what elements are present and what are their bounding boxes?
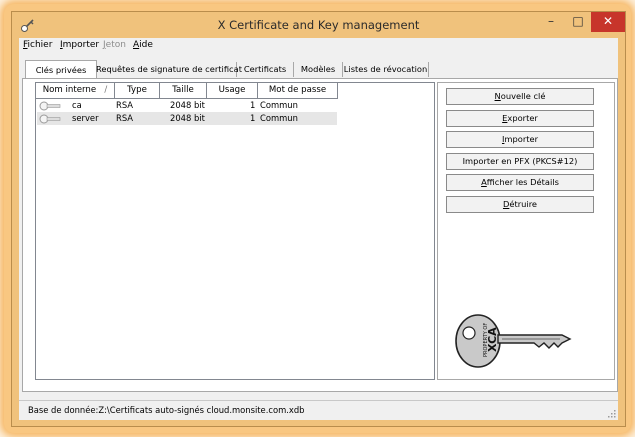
import-pfx-button[interactable]: Importer en PFX (PKCS#12) [446,153,594,170]
xca-key-logo: PROPERTY OF XCA [455,314,572,368]
tab-templates[interactable]: Modèles [294,62,343,77]
actions-panel: Nouvelle clé Exporter Importer Importer … [437,82,615,380]
cell-size: 2048 bit [170,100,205,110]
maximize-button[interactable]: □ [565,12,591,32]
sort-indicator-icon: / [104,85,108,95]
key-logo-text: XCA [486,327,499,352]
table-row[interactable]: server RSA 2048 bit 1 Commun [37,112,337,125]
key-icon [39,101,61,111]
cell-usage: 1 [250,113,256,123]
cell-password: Commun [260,100,298,110]
window-title: X Certificate and Key management [217,18,420,32]
close-button[interactable]: ✕ [591,12,625,32]
col-header-password[interactable]: Mot de passe [258,83,338,99]
tab-certificates[interactable]: Certificats [237,62,294,77]
resize-grip-icon[interactable] [606,408,616,418]
cell-password: Commun [260,113,298,123]
app-window: X Certificate and Key management – □ ✕ F… [11,11,626,427]
cell-usage: 1 [250,100,256,110]
minimize-button[interactable]: – [538,12,564,32]
table-row[interactable]: ca RSA 2048 bit 1 Commun [37,99,337,112]
show-details-button[interactable]: Afficher les Détails [446,174,594,191]
menu-importer[interactable]: Importer [60,40,99,50]
menu-bar: Fichier Importer Jeton Aide [19,38,618,53]
tab-revocation-lists[interactable]: Listes de révocation [343,62,429,77]
col-header-type[interactable]: Type [115,83,160,99]
status-bar: Base de donnée:Z:\Certificats auto-signé… [19,400,618,420]
cell-size: 2048 bit [170,113,205,123]
menu-jeton: Jeton [103,40,126,50]
title-bar[interactable]: X Certificate and Key management – □ ✕ [12,12,625,38]
keys-list[interactable]: Nom interne / Type Taille Usage Mot de p… [35,82,435,380]
database-path: Base de donnée:Z:\Certificats auto-signé… [28,405,305,415]
window-client: Fichier Importer Jeton Aide Clés privées… [19,38,618,420]
menu-aide[interactable]: Aide [133,40,153,50]
tab-private-keys[interactable]: Clés privées [25,60,97,79]
export-button[interactable]: Exporter [446,110,594,127]
cell-name: ca [72,100,82,110]
cell-type: RSA [116,113,134,123]
new-key-button[interactable]: Nouvelle clé [446,88,594,105]
col-header-usage[interactable]: Usage [207,83,258,99]
tab-csr[interactable]: Requêtes de signature de certificat [96,62,242,77]
menu-fichier[interactable]: Fichier [23,40,52,50]
import-button[interactable]: Importer [446,131,594,148]
col-header-size[interactable]: Taille [160,83,207,99]
key-icon [39,114,61,124]
cell-type: RSA [116,100,134,110]
cell-name: server [72,113,99,123]
tab-bar: Clés privées Requêtes de signature de ce… [19,60,618,79]
delete-button[interactable]: Détruire [446,196,594,213]
col-header-name[interactable]: Nom interne / [36,83,115,99]
